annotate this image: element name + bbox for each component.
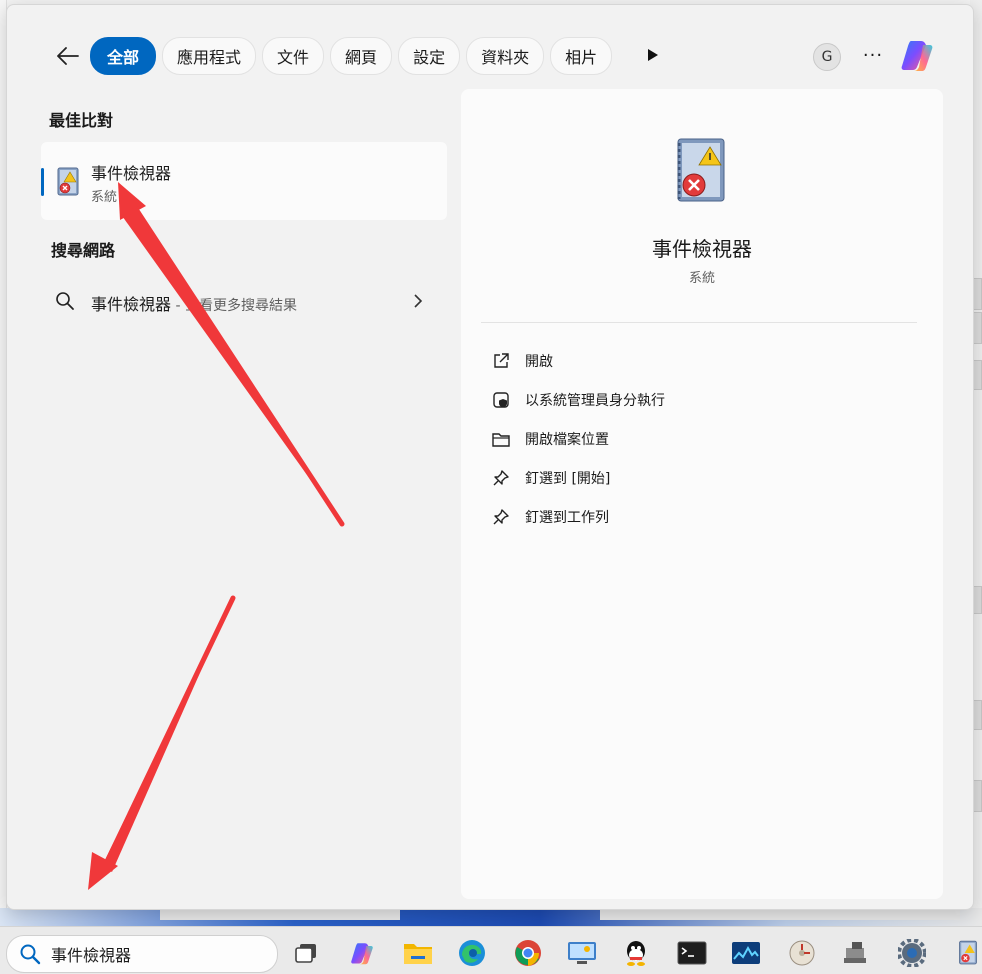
action-label: 釘選到工作列 bbox=[525, 510, 609, 526]
disk-cleanup-icon[interactable] bbox=[786, 937, 818, 969]
best-match-result[interactable]: 事件檢視器 系統 bbox=[41, 142, 447, 220]
taskbar-search-input[interactable]: 事件檢視器 bbox=[51, 942, 131, 966]
folder-icon bbox=[491, 429, 511, 449]
result-name: 事件檢視器 bbox=[91, 164, 172, 183]
terminal-icon[interactable] bbox=[676, 937, 708, 969]
detail-app-name: 事件檢視器 bbox=[652, 237, 752, 261]
chevron-right-icon bbox=[414, 294, 423, 308]
copilot-icon bbox=[901, 41, 933, 71]
web-query: 事件檢視器 bbox=[91, 295, 172, 314]
tab-folders[interactable]: 資料夾 bbox=[466, 37, 545, 75]
open-external-icon bbox=[491, 351, 511, 371]
avatar[interactable]: G bbox=[813, 43, 841, 71]
task-view-icon[interactable] bbox=[290, 937, 322, 969]
taskbar-search-box[interactable]: 事件檢視器 bbox=[6, 935, 278, 973]
taskbar: 事件檢視器 bbox=[0, 926, 982, 974]
action-run-as-admin[interactable]: 以系統管理員身分執行 bbox=[491, 386, 665, 414]
best-match-heading: 最佳比對 bbox=[49, 111, 114, 130]
web-search-result[interactable]: 事件檢視器 - 查看更多搜尋結果 bbox=[41, 281, 447, 321]
event-viewer-icon[interactable] bbox=[952, 937, 982, 969]
action-label: 以系統管理員身分執行 bbox=[525, 393, 665, 409]
usb-device-icon[interactable] bbox=[840, 937, 872, 969]
action-label: 釘選到 [開始] bbox=[525, 471, 611, 487]
search-icon bbox=[56, 292, 74, 310]
arrow-left-icon bbox=[57, 47, 79, 65]
tab-documents[interactable]: 文件 bbox=[262, 37, 325, 75]
settings-icon[interactable] bbox=[896, 937, 928, 969]
chrome-icon[interactable] bbox=[512, 937, 544, 969]
tab-apps[interactable]: 應用程式 bbox=[162, 37, 257, 75]
tab-settings[interactable]: 設定 bbox=[398, 37, 461, 75]
desktop-wallpaper-strip bbox=[0, 908, 982, 926]
pin-icon bbox=[491, 468, 511, 488]
back-button[interactable] bbox=[51, 39, 85, 73]
edge-icon[interactable] bbox=[456, 937, 488, 969]
tab-photos[interactable]: 相片 bbox=[550, 37, 613, 75]
selection-indicator bbox=[41, 168, 44, 196]
action-label: 開啟檔案位置 bbox=[525, 432, 609, 448]
more-tabs-button[interactable] bbox=[641, 41, 665, 69]
action-open-file-location[interactable]: 開啟檔案位置 bbox=[491, 425, 609, 453]
action-pin-to-start[interactable]: 釘選到 [開始] bbox=[491, 464, 610, 492]
filter-tabs: 全部 應用程式 文件 網頁 設定 資料夾 相片 bbox=[90, 37, 613, 75]
action-label: 開啟 bbox=[525, 354, 553, 370]
search-panel: 全部 應用程式 文件 網頁 設定 資料夾 相片 G ··· 最佳比對 事件檢視器… bbox=[6, 4, 974, 910]
qq-icon[interactable] bbox=[620, 937, 652, 969]
detail-pane: 事件檢視器 系統 開啟 以系統管理員身分執行 開啟檔案位置 釘選到 [開始] 釘… bbox=[461, 89, 943, 899]
search-icon bbox=[20, 944, 41, 965]
action-open[interactable]: 開啟 bbox=[491, 347, 553, 375]
remote-desktop-icon[interactable] bbox=[566, 937, 598, 969]
file-explorer-icon[interactable] bbox=[402, 937, 434, 969]
resource-monitor-icon[interactable] bbox=[730, 937, 762, 969]
shield-admin-icon bbox=[491, 390, 511, 410]
event-viewer-large-icon bbox=[677, 138, 725, 202]
search-web-heading: 搜尋網路 bbox=[51, 241, 116, 260]
play-icon bbox=[648, 49, 658, 61]
result-type: 系統 bbox=[91, 190, 118, 205]
detail-app-type: 系統 bbox=[688, 271, 715, 286]
divider bbox=[481, 322, 917, 323]
web-hint: - 查看更多搜尋結果 bbox=[171, 298, 297, 314]
event-viewer-icon bbox=[57, 167, 79, 196]
action-pin-to-taskbar[interactable]: 釘選到工作列 bbox=[491, 503, 609, 531]
pin-icon bbox=[491, 507, 511, 527]
copilot-icon[interactable] bbox=[346, 937, 378, 969]
tab-web[interactable]: 網頁 bbox=[330, 37, 393, 75]
copilot-button[interactable] bbox=[897, 35, 937, 75]
more-options-button[interactable]: ··· bbox=[859, 41, 887, 69]
tab-all[interactable]: 全部 bbox=[90, 37, 157, 75]
